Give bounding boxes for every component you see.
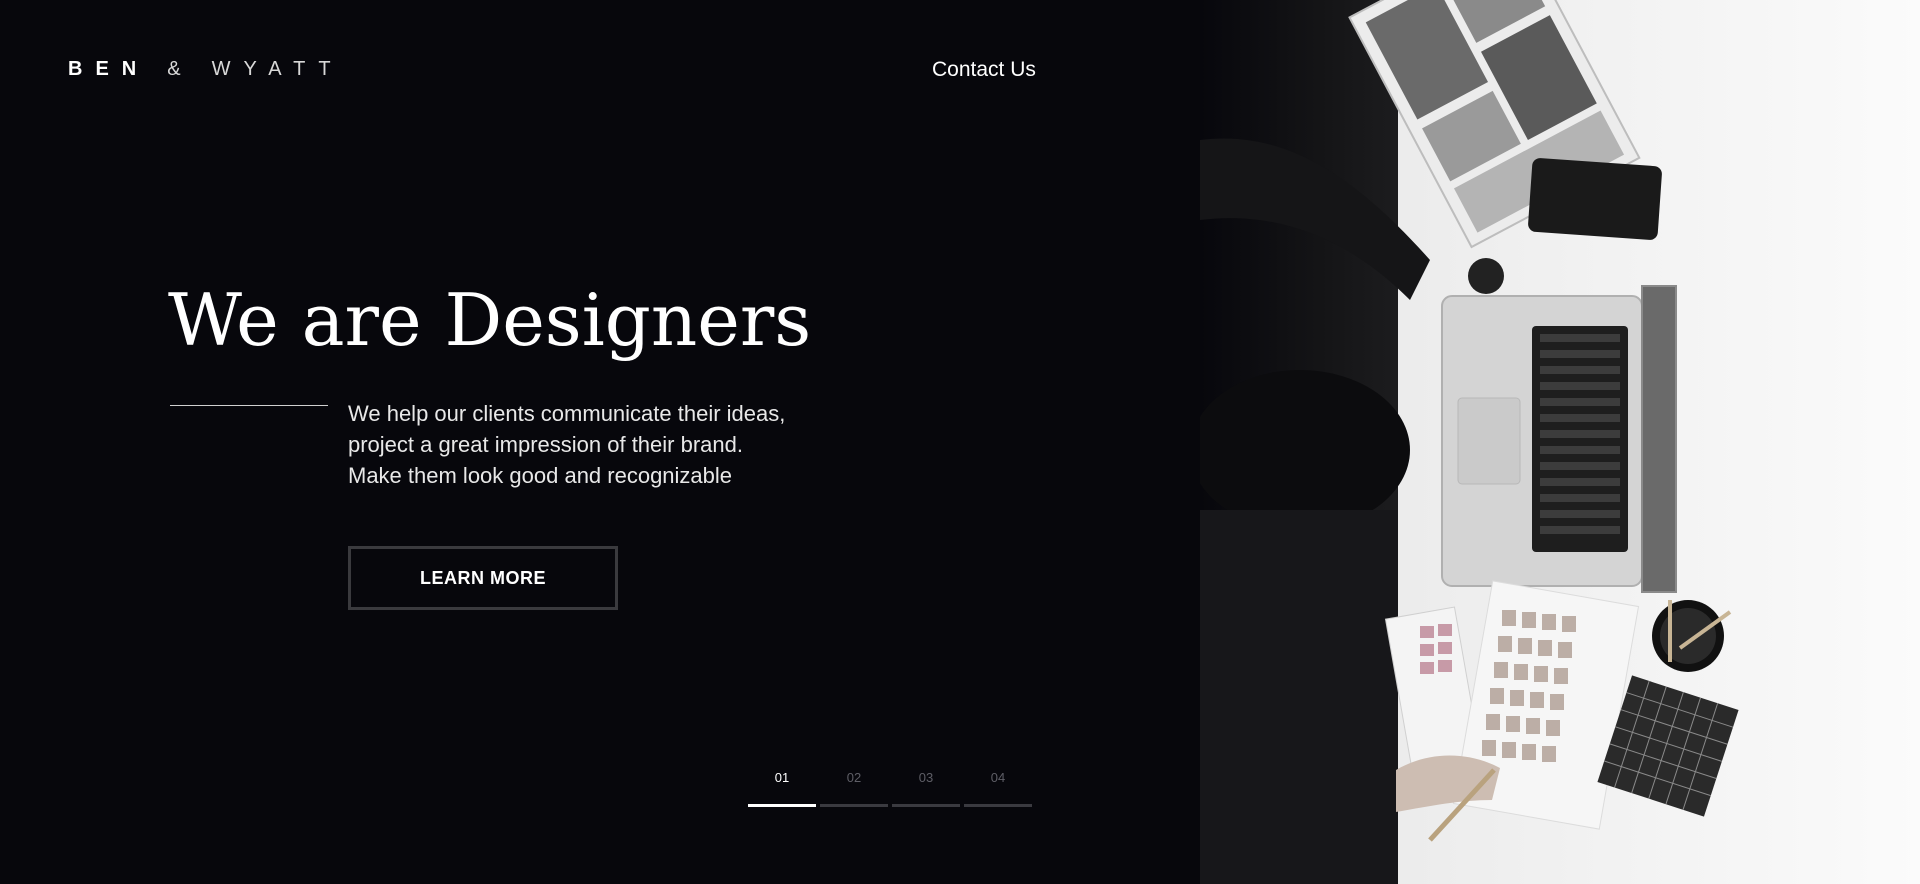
hero-panel: BEN & WYATT Contact Us We are Designers We… (0, 0, 1200, 884)
pager-item-04[interactable]: 04 (964, 770, 1032, 807)
brand-logo[interactable]: BEN & WYATT (68, 58, 344, 81)
pager-number: 04 (990, 770, 1006, 785)
description-line: project a great impression of their bran… (348, 432, 743, 457)
learn-more-button[interactable]: LEARN MORE (348, 546, 618, 610)
designer-at-desk-photo (1200, 0, 1920, 884)
pager-item-03[interactable]: 03 (892, 770, 960, 807)
contact-us-link[interactable]: Contact Us (932, 58, 1036, 82)
pager-bar (892, 804, 960, 807)
pager-item-01[interactable]: 01 (748, 770, 816, 807)
description-line: Make them look good and recognizable (348, 463, 733, 488)
pager-bar (964, 804, 1032, 807)
pager-number: 02 (846, 770, 862, 785)
hero-headline: We are Designers (168, 278, 812, 362)
pager-number: 01 (774, 770, 790, 785)
pager-bar (748, 804, 816, 807)
hero-description: We help our clients communicate their id… (348, 398, 868, 491)
slide-pager: 01 02 03 04 (748, 770, 1032, 807)
logo-word-2: WYATT (211, 58, 344, 80)
pager-number: 03 (918, 770, 934, 785)
logo-word-1: BEN (68, 58, 150, 80)
pager-item-02[interactable]: 02 (820, 770, 888, 807)
pager-bar (820, 804, 888, 807)
hero-photo (1200, 0, 1920, 884)
description-line: We help our clients communicate their id… (348, 401, 786, 426)
logo-ampersand: & (167, 58, 194, 80)
headline-divider (170, 405, 328, 406)
